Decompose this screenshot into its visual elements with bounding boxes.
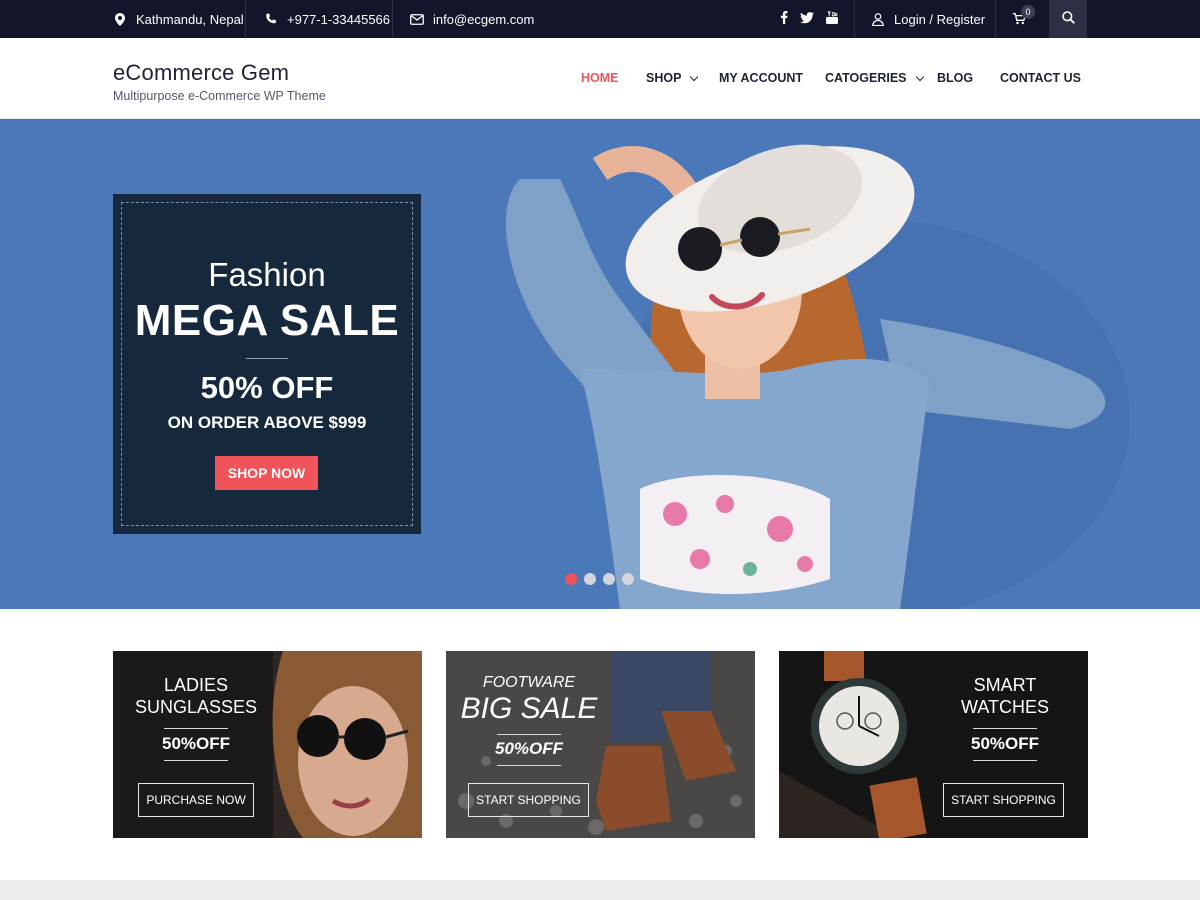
card-divider: [497, 765, 561, 766]
nav-item-categories[interactable]: CATOGERIES: [825, 71, 924, 85]
top-bar: Kathmandu, Nepal +977-1-33445566 info@ec…: [0, 0, 1200, 38]
category-card-footware[interactable]: FOOTWARE BIG SALE 50%OFF START SHOPPING: [446, 651, 755, 838]
chevron-down-icon: [690, 72, 699, 81]
twitter-icon[interactable]: [800, 11, 814, 27]
nav-label: MY ACCOUNT: [719, 71, 804, 85]
nav-item-my-account[interactable]: MY ACCOUNT: [719, 71, 803, 85]
category-card-sunglasses[interactable]: LADIES SUNGLASSES 50%OFF PURCHASE NOW: [113, 651, 422, 838]
divider: [245, 0, 246, 38]
phone-info[interactable]: +977-1-33445566: [264, 0, 390, 38]
user-icon: [871, 12, 885, 26]
location-info: Kathmandu, Nepal: [113, 0, 244, 38]
card-offer: 50%OFF: [970, 734, 1040, 753]
nav-label: CONTACT US: [1000, 71, 1082, 85]
promo-divider: [246, 358, 288, 359]
card-divider: [164, 760, 228, 761]
facebook-icon[interactable]: [780, 11, 788, 27]
site-tagline: Multipurpose e-Commerce WP Theme: [113, 89, 326, 103]
search-icon: [1061, 11, 1075, 27]
nav-item-contact-us[interactable]: CONTACT US: [1000, 71, 1081, 85]
next-section-background: [0, 880, 1200, 900]
card-divider: [497, 734, 561, 735]
login-register-link[interactable]: Login / Register: [871, 0, 985, 38]
nav-label: HOME: [581, 71, 619, 85]
nav-label: BLOG: [937, 71, 974, 85]
youtube-icon[interactable]: [826, 10, 838, 27]
card-title-2: WATCHES: [961, 697, 1049, 717]
slider-dot-2[interactable]: [584, 573, 596, 585]
card-divider: [164, 728, 228, 729]
purchase-now-button[interactable]: PURCHASE NOW: [138, 783, 254, 817]
card-offer: 50%OFF: [494, 739, 564, 758]
divider: [854, 0, 855, 38]
email-info[interactable]: info@ecgem.com: [410, 0, 534, 38]
category-card-watches[interactable]: SMART WATCHES 50%OFF START SHOPPING: [779, 651, 1088, 838]
promo-heading-fashion: Fashion: [208, 256, 326, 293]
promo-discount: 50% OFF: [200, 370, 334, 405]
map-marker-icon: [113, 12, 127, 26]
promo-condition: ON ORDER ABOVE $999: [167, 413, 367, 432]
hero-slider: Fashion MEGA SALE 50% OFF ON ORDER ABOVE…: [0, 119, 1200, 609]
shop-now-button[interactable]: SHOP NOW: [215, 456, 318, 490]
card-title-1: SMART: [973, 675, 1037, 695]
promo-heading-mega-sale: MEGA SALE: [134, 296, 400, 345]
nav-item-shop[interactable]: SHOP: [646, 71, 699, 85]
card-title-1: FOOTWARE: [482, 674, 576, 691]
slider-dot-3[interactable]: [603, 573, 615, 585]
location-text: Kathmandu, Nepal: [136, 11, 244, 27]
card-title-2: BIG SALE: [460, 692, 598, 725]
slider-dot-4[interactable]: [622, 573, 634, 585]
chevron-down-icon: [915, 72, 924, 81]
login-text: Login / Register: [894, 11, 986, 27]
card-divider: [973, 728, 1037, 729]
envelope-icon: [410, 12, 424, 26]
nav-item-home[interactable]: HOME: [581, 71, 619, 85]
nav-item-blog[interactable]: BLOG: [937, 71, 973, 85]
start-shopping-button[interactable]: START SHOPPING: [943, 783, 1064, 817]
cart-count-badge: 0: [1021, 5, 1035, 19]
slider-dot-1[interactable]: [565, 573, 577, 585]
slider-pagination: [565, 573, 634, 585]
phone-text: +977-1-33445566: [287, 11, 391, 27]
divider: [392, 0, 393, 38]
site-title[interactable]: eCommerce Gem: [113, 60, 326, 86]
social-links: [780, 0, 838, 38]
nav-label: SHOP: [646, 71, 682, 85]
search-button[interactable]: [1049, 0, 1087, 38]
site-branding[interactable]: eCommerce Gem Multipurpose e-Commerce WP…: [113, 60, 326, 103]
divider: [995, 0, 996, 38]
card-divider: [973, 760, 1037, 761]
email-text: info@ecgem.com: [433, 11, 535, 27]
start-shopping-button[interactable]: START SHOPPING: [468, 783, 589, 817]
nav-label: CATOGERIES: [825, 71, 907, 85]
card-title-2: SUNGLASSES: [134, 697, 258, 717]
phone-icon: [264, 12, 278, 26]
card-title-1: LADIES: [163, 675, 229, 695]
card-offer: 50%OFF: [161, 734, 231, 753]
hero-model-image: [505, 144, 1130, 609]
site-header: eCommerce Gem Multipurpose e-Commerce WP…: [0, 38, 1200, 119]
promo-box: Fashion MEGA SALE 50% OFF ON ORDER ABOVE…: [113, 194, 421, 534]
